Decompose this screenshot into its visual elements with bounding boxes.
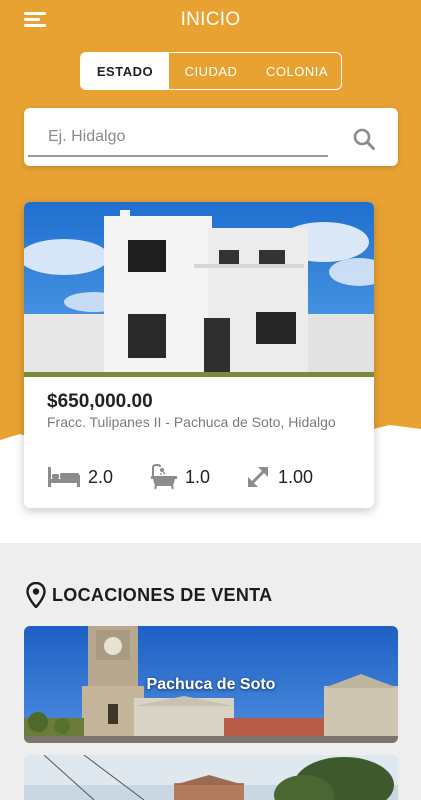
property-card[interactable]: $650,000.00 Fracc. Tulipanes II - Pachuc… (24, 202, 374, 508)
search-bar (24, 108, 398, 166)
property-photo (24, 202, 374, 377)
locations-header: LOCACIONES DE VENTA (26, 581, 272, 609)
top-app-bar: INICIO (0, 0, 421, 40)
locations-title: LOCACIONES DE VENTA (52, 584, 273, 605)
tab-colonia[interactable]: COLONIA (253, 53, 341, 89)
expand-arrows-icon (248, 467, 268, 487)
bedrooms-value: 2.0 (88, 466, 114, 487)
location-pin-icon (26, 582, 46, 608)
bed-icon (48, 467, 80, 487)
tab-ciudad[interactable]: CIUDAD (169, 53, 253, 89)
page-title: INICIO (180, 9, 241, 30)
property-address: Fracc. Tulipanes II - Pachuca de Soto, H… (47, 414, 336, 430)
search-input[interactable] (28, 120, 328, 154)
bathtub-icon (151, 464, 177, 490)
location-label: Pachuca de Soto (146, 676, 276, 693)
location-card-pachuca[interactable]: Pachuca de Soto (24, 626, 398, 743)
area-feature: 1.00 (245, 464, 313, 490)
property-price: $650,000.00 (47, 391, 153, 412)
area-value: 1.00 (278, 466, 314, 487)
bathrooms-value: 1.0 (185, 466, 211, 487)
location-card-2[interactable] (24, 755, 398, 800)
filter-tabs: ESTADO CIUDAD COLONIA (80, 52, 342, 90)
search-icon (353, 128, 375, 150)
location-photo (24, 755, 398, 800)
bedrooms-feature: 2.0 (47, 464, 113, 490)
tab-estado[interactable]: ESTADO (81, 53, 169, 89)
bathrooms-feature: 1.0 (150, 464, 210, 490)
search-underline (28, 155, 328, 157)
